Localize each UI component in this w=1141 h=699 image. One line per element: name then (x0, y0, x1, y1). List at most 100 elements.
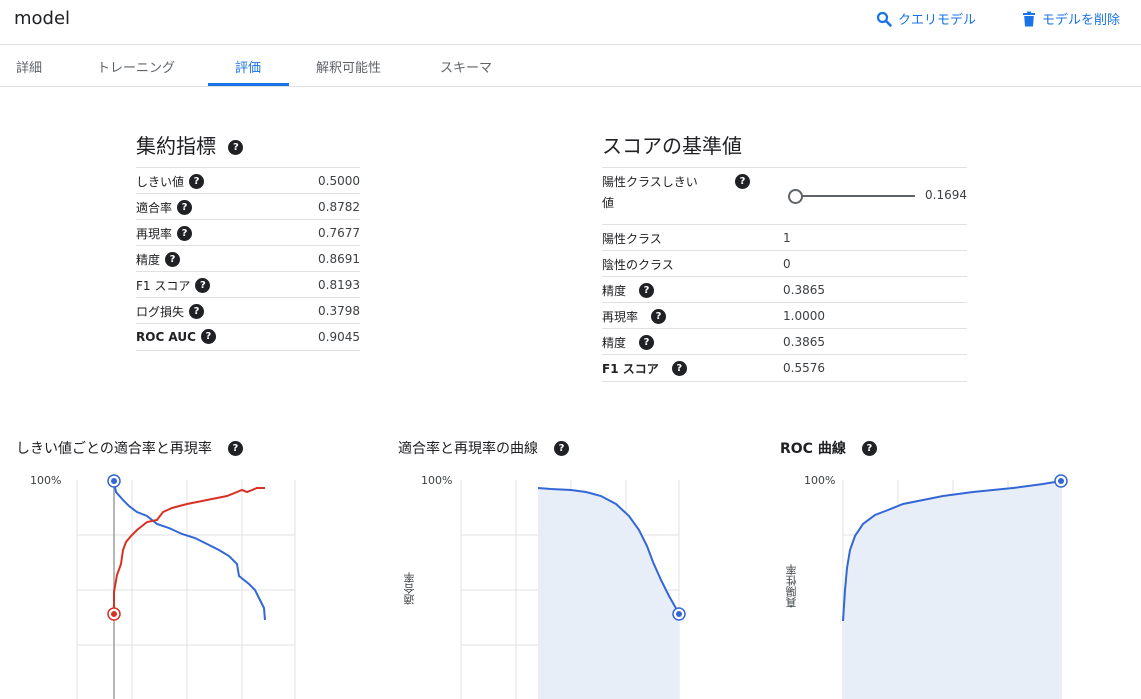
score-threshold-title: スコアの基準値 (602, 134, 742, 158)
score-label: 陰性のクラス (602, 258, 674, 272)
pr-point-dot (676, 611, 682, 617)
score-row-f1: F1 スコア? 0.5576 (602, 354, 967, 382)
threshold-slider-row: 陽性クラスしきい 値 ? 0.1694 (602, 167, 967, 224)
metric-label: 精度 (136, 253, 161, 267)
tab-evaluation[interactable]: 評価 (235, 57, 261, 76)
help-icon[interactable]: ? (195, 278, 211, 293)
pr-chart-title: 適合率と再現率の曲線 ? (398, 438, 569, 458)
tab-interpretability[interactable]: 解釈可能性 (316, 57, 381, 76)
pr-chart-y-label: 適合率 (403, 572, 416, 605)
metric-value: 0.5000 (318, 174, 360, 188)
metric-value: 0.7677 (318, 226, 360, 240)
score-row-recall: 再現率? 1.0000 (602, 302, 967, 329)
score-label: F1 スコア (602, 362, 659, 376)
metric-label: ログ損失 (136, 305, 185, 319)
metric-label: しきい値 (136, 175, 185, 189)
help-icon[interactable]: ? (165, 252, 181, 267)
metric-value: 0.3798 (318, 304, 360, 318)
metric-value: 0.8691 (318, 252, 360, 266)
metric-row-log-loss: ログ損失? 0.3798 (136, 297, 360, 324)
metric-row-recall: 再現率? 0.7677 (136, 219, 360, 246)
precision-point-dot (111, 478, 117, 484)
help-icon[interactable]: ? (177, 226, 193, 241)
score-value: 1 (783, 231, 791, 245)
metric-label: 再現率 (136, 227, 173, 241)
tab-bar: 詳細 トレーニング 評価 解釈可能性 スキーマ (0, 45, 1141, 87)
tab-training[interactable]: トレーニング (97, 57, 175, 76)
roc-chart-y-max: 100% (804, 474, 836, 487)
help-icon[interactable]: ? (639, 335, 655, 350)
threshold-chart-title: しきい値ごとの適合率と再現率 ? (16, 438, 243, 458)
help-icon[interactable]: ? (189, 174, 205, 189)
score-row-negative-class: 陰性のクラス 0 (602, 250, 967, 277)
help-icon[interactable]: ? (200, 329, 216, 344)
help-icon[interactable]: ? (671, 361, 687, 376)
help-icon[interactable]: ? (861, 440, 877, 456)
aggregate-metrics-title: 集約指標 ? (136, 130, 244, 159)
help-icon[interactable]: ? (189, 304, 205, 319)
threshold-label-line2: 値 (602, 196, 615, 210)
help-icon[interactable]: ? (177, 200, 193, 215)
threshold-chart (76, 474, 296, 699)
score-label: 陽性クラス (602, 232, 662, 246)
score-label: 精度 (602, 336, 627, 350)
help-icon[interactable]: ? (735, 174, 750, 189)
help-icon[interactable]: ? (227, 440, 243, 456)
metric-row-accuracy: 精度? 0.8691 (136, 245, 360, 272)
help-icon[interactable]: ? (651, 309, 667, 324)
query-model-button[interactable]: クエリモデル (876, 9, 976, 28)
threshold-chart-y-max: 100% (30, 474, 62, 487)
score-value: 1.0000 (783, 309, 825, 323)
threshold-slider-track[interactable] (789, 195, 915, 197)
score-value: 0 (783, 257, 791, 271)
roc-chart-title: ROC 曲線 ? (780, 438, 877, 458)
recall-point-dot (111, 611, 117, 617)
delete-model-button[interactable]: モデルを削除 (1022, 9, 1120, 28)
score-value: 0.3865 (783, 335, 825, 349)
pr-chart-y-max: 100% (421, 474, 453, 487)
score-row-positive-class: 陽性クラス 1 (602, 224, 967, 251)
search-icon (876, 11, 892, 27)
metric-row-precision: 適合率? 0.8782 (136, 193, 360, 220)
pr-curve-chart (460, 480, 686, 699)
metric-row-f1: F1 スコア? 0.8193 (136, 271, 360, 298)
roc-chart-title-text: ROC 曲線 (780, 441, 846, 457)
roc-chart-y-label: 真陽性率 (785, 564, 798, 608)
score-row-precision: 精度? 0.3865 (602, 276, 967, 303)
aggregate-metrics-title-text: 集約指標 (136, 134, 216, 158)
score-value: 0.3865 (783, 283, 825, 297)
score-label: 再現率 (602, 310, 639, 324)
pr-chart-title-text: 適合率と再現率の曲線 (398, 441, 538, 457)
pr-area (538, 488, 679, 699)
roc-curve-chart (842, 474, 1068, 699)
delete-model-label: モデルを削除 (1042, 13, 1121, 28)
threshold-slider-thumb[interactable] (788, 189, 803, 204)
help-icon[interactable]: ? (554, 440, 569, 456)
score-row-accuracy: 精度? 0.3865 (602, 328, 967, 355)
trash-icon (1023, 11, 1035, 26)
top-bar: model クエリモデル モデルを削除 (0, 0, 1141, 45)
metric-value: 0.9045 (318, 330, 360, 344)
threshold-slider-value: 0.1694 (925, 188, 967, 202)
model-title: model (14, 8, 71, 29)
metric-value: 0.8193 (318, 278, 360, 292)
help-icon[interactable]: ? (228, 140, 244, 155)
metric-label: F1 スコア (136, 279, 191, 293)
threshold-label-line1: 陽性クラスしきい (602, 175, 698, 189)
threshold-label: 陽性クラスしきい 値 (602, 172, 698, 214)
metric-row-roc-auc: ROC AUC? 0.9045 (136, 323, 360, 351)
threshold-chart-title-text: しきい値ごとの適合率と再現率 (16, 441, 212, 457)
metric-row-threshold: しきい値? 0.5000 (136, 167, 360, 194)
help-icon[interactable]: ? (639, 283, 655, 298)
metric-label: ROC AUC (136, 329, 196, 344)
active-tab-indicator (208, 83, 289, 86)
tab-details[interactable]: 詳細 (16, 57, 42, 76)
metric-label: 適合率 (136, 201, 173, 215)
score-label: 精度 (602, 284, 627, 298)
query-model-label: クエリモデル (898, 13, 977, 28)
score-value: 0.5576 (783, 361, 825, 375)
tab-schema[interactable]: スキーマ (440, 57, 492, 76)
threshold-chart-grid (76, 480, 296, 699)
metric-value: 0.8782 (318, 200, 360, 214)
roc-point-dot (1058, 478, 1064, 484)
